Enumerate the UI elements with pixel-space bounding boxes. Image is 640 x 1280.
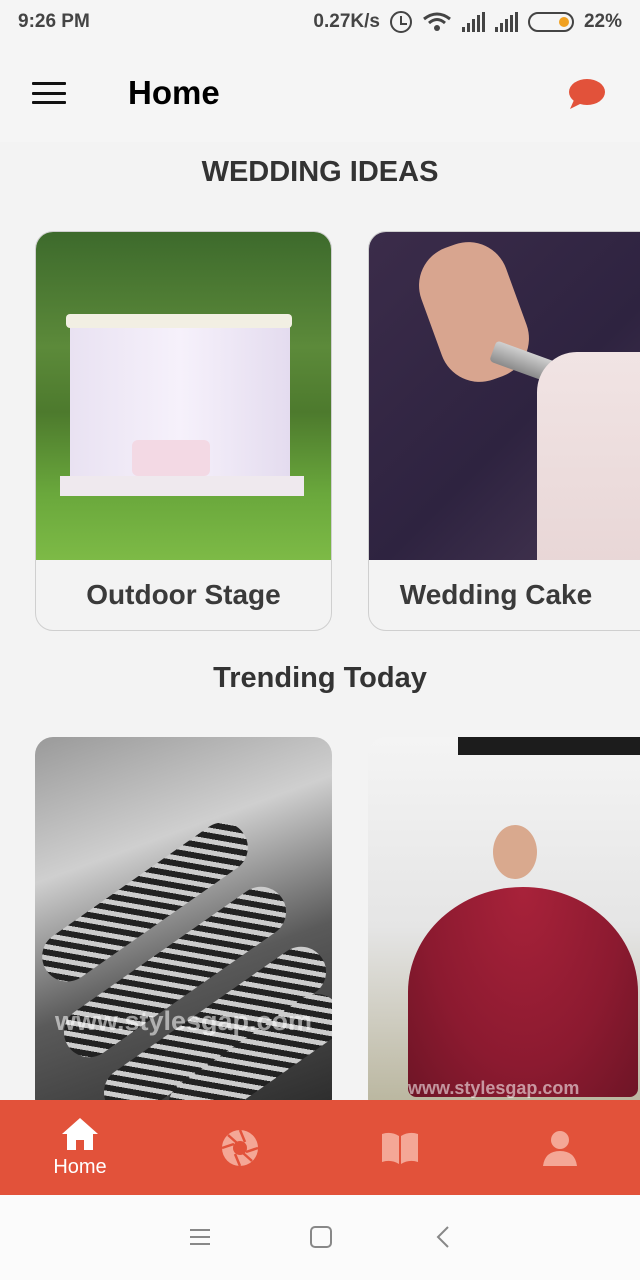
watermark: www.stylesgap.com	[408, 1078, 580, 1098]
bridal-dress-photo: www.stylesgap.com	[368, 737, 640, 1117]
book-icon	[382, 1132, 418, 1164]
menu-icon[interactable]	[32, 82, 66, 104]
section-title-wedding-ideas: WEDDING IDEAS	[201, 156, 439, 188]
home-icon	[62, 1118, 98, 1150]
card-label: Wedding Cake	[399, 579, 593, 610]
nav-item-home[interactable]: Home	[30, 1100, 130, 1195]
outdoor-stage-photo	[36, 232, 331, 560]
idea-card-wedding-cake[interactable]: Wedding Cake	[368, 231, 640, 631]
status-icons: 0.27K/s 22%	[313, 11, 622, 33]
chat-icon[interactable]	[566, 78, 606, 110]
alarm-icon	[389, 11, 412, 33]
profile-icon	[543, 1130, 577, 1166]
status-bar: 9:26 PM 0.27K/s 22%	[0, 0, 640, 44]
recents-icon[interactable]	[188, 1225, 212, 1249]
system-nav	[0, 1195, 640, 1280]
status-time: 9:26 PM	[18, 11, 90, 32]
wifi-icon	[423, 12, 451, 31]
nav-item-articles[interactable]	[350, 1100, 450, 1195]
nav-item-profile[interactable]	[510, 1100, 610, 1195]
battery-icon	[527, 12, 574, 32]
trending-card-mehndi[interactable]: www.stylesgap.com	[35, 737, 332, 1117]
home-square-icon[interactable]	[309, 1225, 333, 1249]
trending-card-bridal[interactable]: www.stylesgap.com	[368, 737, 640, 1117]
signal-icon	[461, 12, 485, 32]
back-icon[interactable]	[432, 1225, 456, 1249]
battery-percent: 22%	[583, 11, 622, 32]
watermark: www.stylesgap.com	[54, 1006, 313, 1036]
bottom-nav: Home	[0, 1100, 640, 1195]
network-speed: 0.27K/s	[313, 11, 380, 32]
page-title: Home	[128, 74, 220, 111]
idea-card-outdoor-stage[interactable]: Outdoor Stage	[35, 231, 332, 631]
camera-shutter-icon	[221, 1129, 259, 1166]
app-bar: Home	[0, 44, 640, 142]
signal-icon	[494, 12, 518, 32]
nav-label-home: Home	[53, 1156, 107, 1178]
card-label: Outdoor Stage	[86, 579, 281, 610]
section-title-trending: Trending Today	[213, 662, 427, 694]
mehndi-hands-photo: www.stylesgap.com	[35, 737, 332, 1117]
wedding-cake-photo	[369, 232, 640, 560]
nav-item-gallery[interactable]	[190, 1100, 290, 1195]
